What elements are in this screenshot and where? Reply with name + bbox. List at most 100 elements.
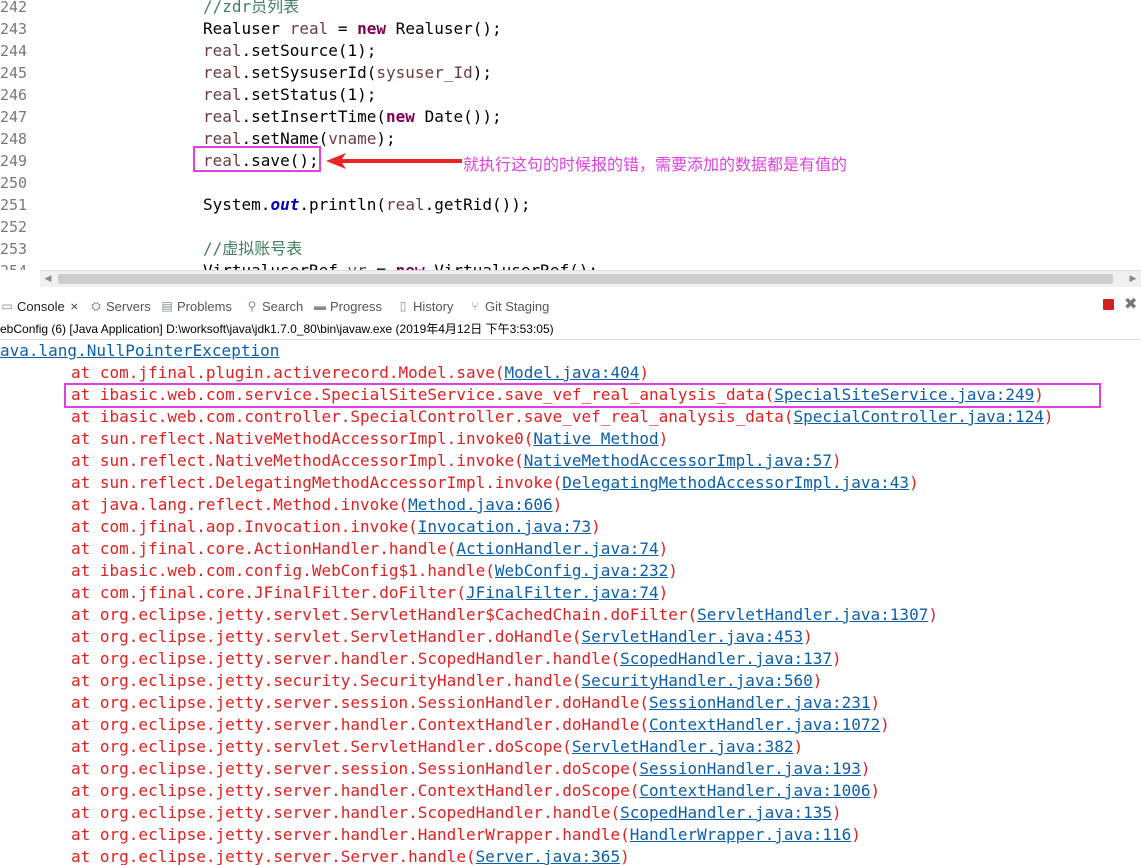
source-link[interactable]: ServletHandler.java:382 xyxy=(572,737,794,756)
stack-frame-text: at ibasic.web.com.controller.SpecialCont… xyxy=(71,407,794,426)
stack-frame-text: at org.eclipse.jetty.server.handler.Cont… xyxy=(71,715,649,734)
stack-trace-line: at org.eclipse.jetty.security.SecurityHa… xyxy=(71,670,822,692)
source-link[interactable]: ScopedHandler.java:137 xyxy=(620,649,832,668)
source-link[interactable]: SessionHandler.java:231 xyxy=(649,693,871,712)
code-token: .setSource(1); xyxy=(241,41,377,60)
line-number: 243 xyxy=(0,20,28,38)
source-link[interactable]: Native Method xyxy=(533,429,658,448)
code-text: System.out.println(real.getRid()); xyxy=(203,194,531,216)
stack-frame-close: ) xyxy=(639,363,649,382)
source-link[interactable]: Server.java:365 xyxy=(476,847,621,865)
source-link[interactable]: ActionHandler.java:74 xyxy=(456,539,658,558)
scrollbar-thumb[interactable] xyxy=(58,274,1113,284)
stack-frame-text: at sun.reflect.NativeMethodAccessorImpl.… xyxy=(71,451,524,470)
tab-problems[interactable]: ▤ Problems xyxy=(160,292,232,320)
tab-label: History xyxy=(413,298,454,314)
stack-frame-close: ) xyxy=(832,649,842,668)
stack-frame-close: ) xyxy=(620,847,630,865)
editor-horizontal-scrollbar[interactable]: ◀ ▶ xyxy=(40,270,1141,287)
code-token: Date()); xyxy=(414,107,502,126)
code-token: = xyxy=(328,19,358,38)
tab-history[interactable]: ▯ History xyxy=(396,292,454,320)
stack-trace-line: at org.eclipse.jetty.server.handler.Scop… xyxy=(71,802,842,824)
scroll-right-icon[interactable]: ▶ xyxy=(1127,273,1139,285)
code-text: //zdr员列表 xyxy=(203,0,299,18)
line-number: 244 xyxy=(0,42,28,60)
source-link[interactable]: NativeMethodAccessorImpl.java:57 xyxy=(524,451,832,470)
stack-frame-close: ) xyxy=(591,517,601,536)
code-token: .getRid()); xyxy=(424,195,531,214)
stack-trace-line: at sun.reflect.DelegatingMethodAccessorI… xyxy=(71,472,919,494)
code-token: vname xyxy=(328,129,377,148)
stack-trace-line: at org.eclipse.jetty.server.Server.handl… xyxy=(71,846,630,865)
line-number: 250 xyxy=(0,174,28,192)
code-token: real xyxy=(203,63,242,82)
code-token: new xyxy=(386,107,415,126)
tab-label: Git Staging xyxy=(485,298,550,314)
stack-frame-text: at org.eclipse.jetty.security.SecurityHa… xyxy=(71,671,582,690)
line-number: 249 xyxy=(0,152,28,170)
source-link[interactable]: HandlerWrapper.java:116 xyxy=(630,825,852,844)
code-token: vr xyxy=(348,261,367,270)
stack-trace-line: at com.jfinal.plugin.activerecord.Model.… xyxy=(71,362,649,384)
source-link[interactable]: SessionHandler.java:193 xyxy=(639,759,861,778)
source-link[interactable]: WebConfig.java:232 xyxy=(495,561,668,580)
source-link[interactable]: Invocation.java:73 xyxy=(418,517,591,536)
line-number: 242 xyxy=(0,0,28,16)
source-link[interactable]: ScopedHandler.java:135 xyxy=(620,803,832,822)
code-text: //虚拟账号表 xyxy=(203,238,302,260)
code-token: new xyxy=(396,261,425,270)
stack-trace-line: at java.lang.reflect.Method.invoke(Metho… xyxy=(71,494,562,516)
code-token: real xyxy=(203,85,242,104)
exception-name[interactable]: ava.lang.NullPointerException xyxy=(0,340,279,362)
stack-trace-line: at com.jfinal.core.JFinalFilter.doFilter… xyxy=(71,582,668,604)
code-text: Realuser real = new Realuser(); xyxy=(203,18,502,40)
stack-frame-close: ) xyxy=(851,825,861,844)
console-output[interactable]: ava.lang.NullPointerException at com.jfin… xyxy=(0,340,1141,865)
stack-frame-text: at org.eclipse.jetty.server.handler.Cont… xyxy=(71,781,640,800)
line-number: 246 xyxy=(0,86,28,104)
view-tab-bar: ▭ Console ⨯ ⛭ Servers ▤ Problems ⚲ Search ▬ Progre… xyxy=(0,292,1141,320)
stack-trace-line: at org.eclipse.jetty.server.session.Sess… xyxy=(71,758,871,780)
code-token: real xyxy=(203,41,242,60)
stack-frame-text: at com.jfinal.aop.Invocation.invoke( xyxy=(71,517,418,536)
close-icon[interactable]: ⨯ xyxy=(70,300,79,313)
source-link[interactable]: ServletHandler.java:1307 xyxy=(697,605,928,624)
source-link[interactable]: Model.java:404 xyxy=(504,363,639,382)
tab-label: Console xyxy=(17,298,65,314)
code-token: .setStatus(1); xyxy=(241,85,377,104)
stack-frame-text: at org.eclipse.jetty.servlet.ServletHand… xyxy=(71,737,572,756)
stack-frame-text: at org.eclipse.jetty.server.Server.handl… xyxy=(71,847,476,865)
code-token: Realuser(); xyxy=(386,19,502,38)
tab-git-staging[interactable]: ⑂ Git Staging xyxy=(468,292,549,320)
code-text: real.setStatus(1); xyxy=(203,84,376,106)
tab-console[interactable]: ▭ Console ⨯ xyxy=(0,292,79,320)
remove-launch-button[interactable]: ✖ xyxy=(1124,294,1137,313)
search-icon: ⚲ xyxy=(247,299,257,313)
history-icon: ▯ xyxy=(399,299,407,313)
terminate-button[interactable] xyxy=(1103,299,1114,310)
line-number: 245 xyxy=(0,64,28,82)
stack-frame-close: ) xyxy=(870,781,881,800)
stack-frame-text: at org.eclipse.jetty.server.handler.Scop… xyxy=(71,803,621,822)
tab-servers[interactable]: ⛭ Servers xyxy=(89,292,151,320)
code-token: real xyxy=(203,107,242,126)
source-link[interactable]: JFinalFilter.java:74 xyxy=(466,583,659,602)
source-link[interactable]: ContextHandler.java:1006 xyxy=(639,781,870,800)
source-link[interactable]: SecurityHandler.java:560 xyxy=(582,671,813,690)
source-link[interactable]: SpecialController.java:124 xyxy=(793,407,1043,426)
source-link[interactable]: ServletHandler.java:453 xyxy=(582,627,804,646)
source-link[interactable]: ContextHandler.java:1072 xyxy=(649,715,880,734)
tab-search[interactable]: ⚲ Search xyxy=(245,292,304,320)
source-link[interactable]: DelegatingMethodAccessorImpl.java:43 xyxy=(562,473,909,492)
scroll-left-icon[interactable]: ◀ xyxy=(42,273,54,285)
code-editor[interactable]: 242 //zdr员列表 243 Realuser real = new Realus… xyxy=(0,0,1141,270)
tab-progress[interactable]: ▬ Progress xyxy=(313,292,382,320)
stack-frame-close: ) xyxy=(909,473,919,492)
line-number: 251 xyxy=(0,196,28,214)
code-text: VirtualuserRef vr = new VirtualuserRef()… xyxy=(203,260,598,270)
highlight-box-stack-line xyxy=(64,383,1101,408)
line-number: 252 xyxy=(0,218,28,236)
source-link[interactable]: Method.java:606 xyxy=(408,495,553,514)
code-token: out xyxy=(270,195,300,214)
